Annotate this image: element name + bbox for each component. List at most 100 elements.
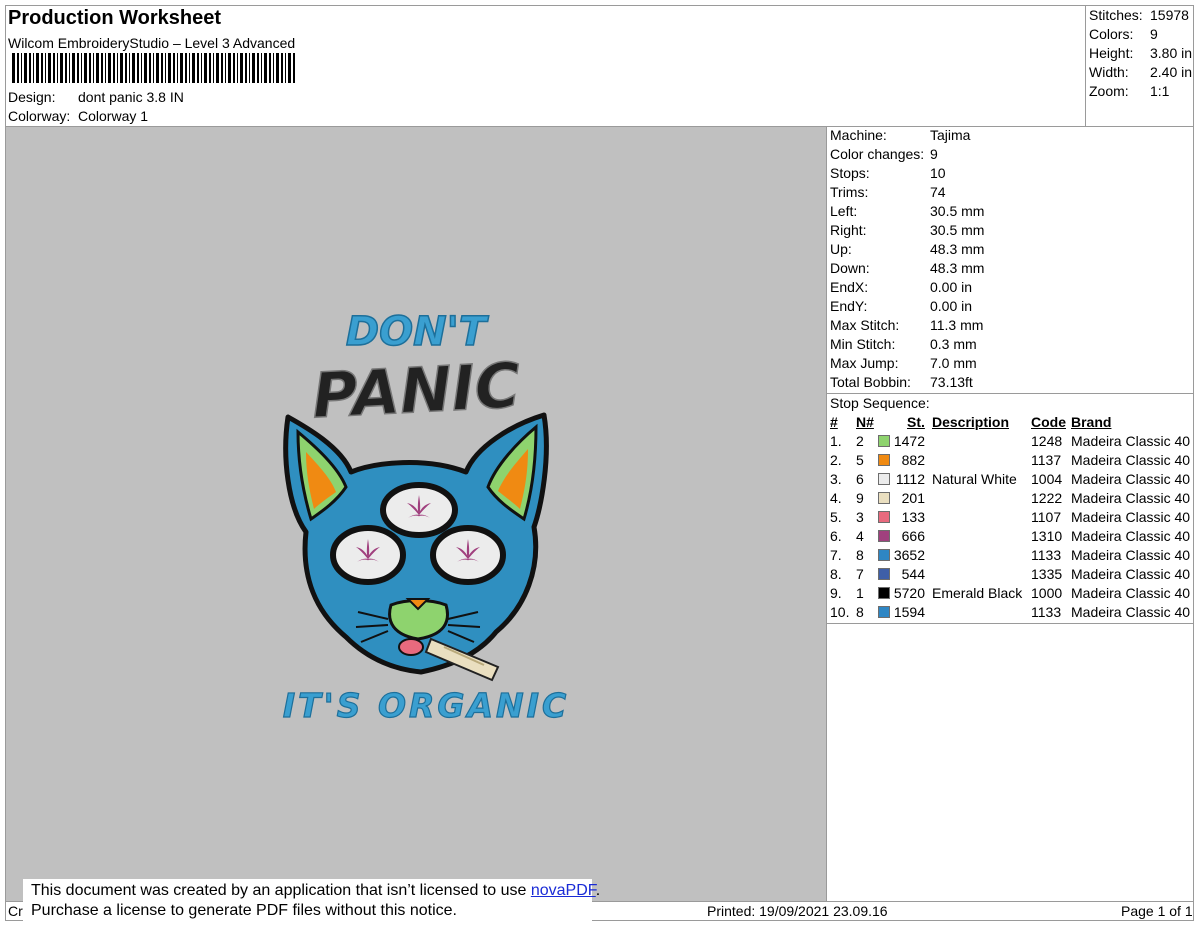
info-value: 11.3 mm — [930, 317, 984, 333]
license-notice: This document was created by an applicat… — [23, 879, 600, 924]
info-row: Total Bobbin: 73.13ft — [830, 373, 973, 392]
thread-code: 1222 — [1031, 490, 1063, 506]
info-label: EndY: — [830, 298, 868, 314]
thread-color-swatch — [878, 530, 890, 542]
software-name: Wilcom EmbroideryStudio – Level 3 Advanc… — [8, 35, 296, 51]
thread-color-swatch — [878, 606, 890, 618]
needle-number: 5 — [856, 452, 864, 468]
info-label: Trims: — [830, 184, 869, 200]
summary-label: Width: — [1089, 64, 1129, 80]
thread-code: 1137 — [1031, 452, 1062, 468]
info-value: Tajima — [930, 127, 971, 143]
sequence-row: 3. 6 1112 Natural White 1004 Madeira Classic … — [0, 470, 1200, 489]
thread-code: 1000 — [1031, 585, 1063, 601]
info-row: Max Jump: 7.0 mm — [830, 354, 977, 373]
design-text-panic: PANIC — [310, 349, 522, 433]
info-row: EndY: 0.00 in — [830, 297, 972, 316]
sequence-row: 8. 7 544 1335 Madeira Classic 40 — [0, 565, 1200, 584]
thread-brand: Madeira Classic 40 — [1071, 547, 1191, 563]
thread-code: 1004 — [1031, 471, 1063, 487]
thread-code: 1248 — [1031, 433, 1063, 449]
stitch-count: 882 — [901, 452, 925, 468]
sequence-number: 1. — [830, 433, 842, 449]
needle-number: 2 — [856, 433, 864, 449]
summary-label: Colors: — [1089, 26, 1134, 42]
notice-line-1: This document was created by an applicat… — [31, 881, 600, 901]
sequence-row: 4. 9 201 1222 Madeira Classic 40 — [0, 489, 1200, 508]
needle-number: 6 — [856, 471, 864, 487]
footer-fragment: Cr — [8, 903, 23, 919]
stitch-count: 5720 — [893, 585, 925, 601]
thread-code: 1335 — [1031, 566, 1063, 582]
col-header-stitches: St. — [907, 414, 925, 430]
sequence-row: 10. 8 1594 1133 Madeira Classic 40 — [0, 603, 1200, 622]
info-row: Trims: 74 — [830, 183, 946, 202]
sequence-number: 10. — [830, 604, 850, 620]
sequence-row: 9. 1 5720 Emerald Black 1000 Madeira Classic … — [0, 584, 1200, 603]
info-row: Machine: Tajima — [830, 126, 970, 145]
info-row: EndX: 0.00 in — [830, 278, 972, 297]
page-number: Page 1 of 1 — [1121, 903, 1193, 919]
info-label: Stops: — [830, 165, 870, 181]
thread-description: Natural White — [932, 471, 1017, 487]
info-row: Min Stitch: 0.3 mm — [830, 335, 977, 354]
thread-brand: Madeira Classic 40 — [1071, 566, 1191, 582]
colorway-value: Colorway 1 — [78, 108, 149, 124]
sequence-number: 7. — [830, 547, 842, 563]
thread-brand: Madeira Classic 40 — [1071, 585, 1191, 601]
info-label: Min Stitch: — [830, 336, 896, 352]
design-value: dont panic 3.8 IN — [78, 89, 184, 105]
notice-period: . — [595, 882, 601, 899]
stitch-count: 1112 — [895, 471, 925, 487]
thread-brand: Madeira Classic 40 — [1071, 490, 1191, 506]
needle-number: 4 — [856, 528, 864, 544]
colorway-label: Colorway: — [8, 108, 71, 124]
needle-number: 8 — [856, 547, 864, 563]
design-label: Design: — [8, 89, 56, 105]
stitch-count: 133 — [901, 509, 925, 525]
sequence-number: 3. — [830, 471, 842, 487]
info-value: 48.3 mm — [930, 241, 985, 257]
info-value: 9 — [930, 146, 938, 162]
design-row: Design: dont panic 3.8 IN — [8, 88, 184, 107]
summary-value: 3.80 in — [1150, 45, 1193, 61]
stitch-count: 1594 — [893, 604, 925, 620]
thread-color-swatch — [878, 587, 890, 599]
info-row: Right: 30.5 mm — [830, 221, 984, 240]
info-value: 0.00 in — [930, 279, 973, 295]
notice-line-2: Purchase a license to generate PDF files… — [31, 902, 457, 919]
thread-color-swatch — [878, 435, 890, 447]
info-label: Right: — [830, 222, 867, 238]
design-text-dont: DON'T — [346, 309, 489, 355]
stitch-count: 1472 — [893, 433, 925, 449]
col-header-description: Description — [932, 414, 1010, 430]
thread-brand: Madeira Classic 40 — [1071, 452, 1191, 468]
thread-color-swatch — [878, 511, 890, 523]
info-row: Max Stitch: 11.3 mm — [830, 316, 983, 335]
info-value: 7.0 mm — [930, 355, 977, 371]
thread-color-swatch — [878, 492, 890, 504]
needle-number: 1 — [856, 585, 864, 601]
header-block: Production Worksheet Wilcom EmbroiderySt… — [8, 5, 295, 52]
sequence-row: 6. 4 666 1310 Madeira Classic 40 — [0, 527, 1200, 546]
summary-label: Stitches: — [1089, 7, 1143, 23]
info-row: Up: 48.3 mm — [830, 240, 984, 259]
sequence-number: 5. — [830, 509, 842, 525]
thread-description: Emerald Black — [932, 585, 1023, 601]
stitch-count: 544 — [901, 566, 925, 582]
info-value: 73.13ft — [930, 374, 973, 390]
info-label: Down: — [830, 260, 870, 276]
info-label: Total Bobbin: — [830, 374, 911, 390]
novapdf-link[interactable]: novaPDF — [531, 882, 596, 899]
thread-brand: Madeira Classic 40 — [1071, 471, 1191, 487]
sequence-number: 8. — [830, 566, 842, 582]
sequence-divider — [826, 623, 1194, 624]
info-label: EndX: — [830, 279, 869, 295]
stitch-count: 3652 — [893, 547, 925, 563]
info-value: 0.00 in — [930, 298, 973, 314]
thread-code: 1310 — [1031, 528, 1063, 544]
summary-height: Height: 3.80 in — [1089, 44, 1192, 63]
col-header-code: Code — [1031, 414, 1066, 430]
needle-number: 3 — [856, 509, 864, 525]
thread-code: 1133 — [1031, 547, 1062, 563]
